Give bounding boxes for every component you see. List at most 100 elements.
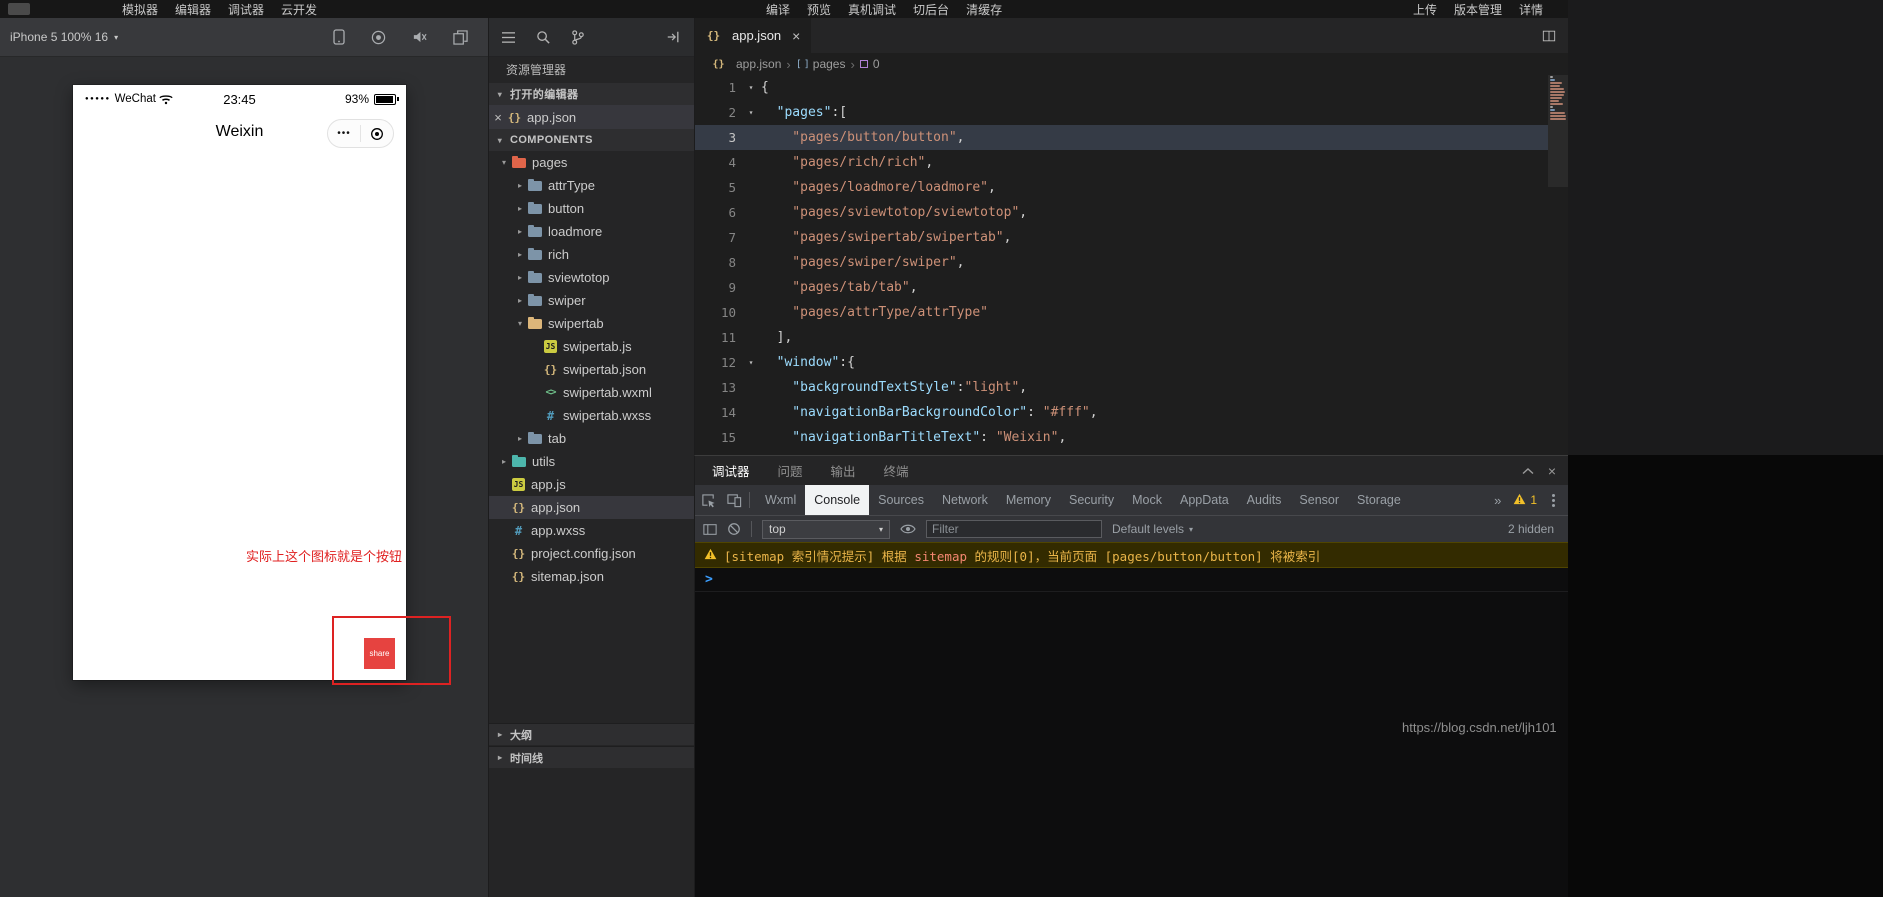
tree-item-rich[interactable]: ▸ rich: [489, 243, 694, 266]
devtools-tab-sensor[interactable]: Sensor: [1290, 485, 1348, 515]
code-line[interactable]: 6 "pages/sviewtotop/sviewtotop",: [695, 200, 1548, 225]
hidden-count[interactable]: 2 hidden: [1508, 522, 1554, 536]
more-tabs-icon[interactable]: »: [1494, 493, 1501, 508]
devtools-tab-network[interactable]: Network: [933, 485, 997, 515]
console-prompt[interactable]: >: [695, 568, 1568, 592]
devtools-tab-storage[interactable]: Storage: [1348, 485, 1410, 515]
devtools-tab-audits[interactable]: Audits: [1238, 485, 1291, 515]
tree-item-swipertab[interactable]: ▾ swipertab: [489, 312, 694, 335]
screenshot-icon[interactable]: [453, 29, 468, 45]
exit-button[interactable]: [361, 127, 393, 141]
panel-tab-3[interactable]: 终端: [884, 461, 909, 480]
code-line[interactable]: 12 ▾ "window":{: [695, 350, 1548, 375]
code-line[interactable]: 1 ▾{: [695, 75, 1548, 100]
tree-item-swipertab.wxml[interactable]: <> swipertab.wxml: [489, 381, 694, 404]
menubar-item[interactable]: 编辑器: [175, 1, 211, 18]
close-tab-icon[interactable]: ×: [792, 28, 800, 44]
more-button[interactable]: •••: [328, 128, 360, 139]
collapse-panel-icon[interactable]: [1522, 467, 1534, 475]
menubar-item[interactable]: 编译: [766, 1, 790, 18]
menubar-item[interactable]: 调试器: [228, 1, 264, 18]
device-selector[interactable]: iPhone 5 100% 16 ▾: [10, 30, 118, 44]
panel-tab-2[interactable]: 输出: [831, 461, 856, 480]
tree-item-pages[interactable]: ▾ pages: [489, 151, 694, 174]
console-warning-row[interactable]: [sitemap 索引情况提示] 根据 sitemap 的规则[0]，当前页面 …: [695, 542, 1568, 568]
console-sidebar-icon[interactable]: [703, 523, 717, 536]
inspect-element-icon[interactable]: [695, 493, 721, 508]
project-header[interactable]: ▾ COMPONENTS: [489, 129, 694, 151]
code-line[interactable]: 13 "backgroundTextStyle":"light",: [695, 375, 1548, 400]
code-line[interactable]: 4 "pages/rich/rich",: [695, 150, 1548, 175]
git-branch-icon[interactable]: [571, 29, 585, 45]
menubar-item[interactable]: 切后台: [913, 1, 949, 18]
menubar-item[interactable]: 详情: [1519, 1, 1543, 18]
tree-item-button[interactable]: ▸ button: [489, 197, 694, 220]
devtools-tab-security[interactable]: Security: [1060, 485, 1123, 515]
code-editor[interactable]: 1 ▾{2 ▾ "pages":[3 "pages/button/button", 4…: [695, 75, 1548, 455]
code-line[interactable]: 5 "pages/loadmore/loadmore",: [695, 175, 1548, 200]
tree-item-utils[interactable]: ▸ utils: [489, 450, 694, 473]
menubar-item[interactable]: 真机调试: [848, 1, 896, 18]
devtools-tab-mock[interactable]: Mock: [1123, 485, 1171, 515]
panel-tab-1[interactable]: 问题: [778, 461, 803, 480]
code-line[interactable]: 10 "pages/attrType/attrType": [695, 300, 1548, 325]
tree-item-app.json[interactable]: {} app.json: [489, 496, 694, 519]
menubar-item[interactable]: 预览: [807, 1, 831, 18]
tree-item-sitemap.json[interactable]: {} sitemap.json: [489, 565, 694, 588]
open-editor-item[interactable]: × {} app.json: [489, 105, 694, 129]
phone-icon[interactable]: [333, 29, 345, 45]
code-line[interactable]: 8 "pages/swiper/swiper",: [695, 250, 1548, 275]
eye-icon[interactable]: [900, 523, 916, 535]
breadcrumb-item[interactable]: pages: [813, 57, 846, 71]
warning-count-badge[interactable]: 1: [1513, 493, 1537, 508]
fold-icon[interactable]: ▾: [741, 75, 761, 100]
tree-item-swipertab.json[interactable]: {} swipertab.json: [489, 358, 694, 381]
tree-item-app.js[interactable]: JS app.js: [489, 473, 694, 496]
menubar-item[interactable]: 模拟器: [122, 1, 158, 18]
minimap[interactable]: [1548, 75, 1568, 455]
share-button[interactable]: share: [364, 638, 395, 669]
tree-item-loadmore[interactable]: ▸ loadmore: [489, 220, 694, 243]
tree-item-sviewtotop[interactable]: ▸ sviewtotop: [489, 266, 694, 289]
code-line[interactable]: 3 "pages/button/button",: [695, 125, 1548, 150]
devtools-tab-memory[interactable]: Memory: [997, 485, 1060, 515]
breadcrumb-item[interactable]: 0: [873, 57, 880, 71]
code-line[interactable]: 15 "navigationBarTitleText": "Weixin",: [695, 425, 1548, 450]
tree-item-swipertab.js[interactable]: JS swipertab.js: [489, 335, 694, 358]
tree-item-attrType[interactable]: ▸ attrType: [489, 174, 694, 197]
devtools-tab-sources[interactable]: Sources: [869, 485, 933, 515]
device-toolbar-icon[interactable]: [721, 493, 747, 508]
filter-input[interactable]: [926, 520, 1102, 538]
code-line[interactable]: 2 ▾ "pages":[: [695, 100, 1548, 125]
list-icon[interactable]: [501, 31, 516, 44]
record-icon[interactable]: [371, 29, 386, 45]
menubar-item[interactable]: 版本管理: [1454, 1, 1502, 18]
menubar-item[interactable]: 上传: [1413, 1, 1437, 18]
outline-section-header[interactable]: ▸ 大纲: [489, 723, 694, 745]
context-select[interactable]: top ▾: [762, 519, 890, 539]
mute-icon[interactable]: [412, 29, 427, 45]
menubar-item[interactable]: 云开发: [281, 1, 317, 18]
more-options-icon[interactable]: [1549, 498, 1558, 502]
close-icon[interactable]: ×: [489, 110, 507, 125]
fold-icon[interactable]: ▾: [741, 100, 761, 125]
code-line[interactable]: 14 "navigationBarBackgroundColor": "#fff…: [695, 400, 1548, 425]
menubar-item[interactable]: 清缓存: [966, 1, 1002, 18]
tree-item-tab[interactable]: ▸ tab: [489, 427, 694, 450]
devtools-tab-appdata[interactable]: AppData: [1171, 485, 1238, 515]
log-levels-select[interactable]: Default levels ▾: [1112, 522, 1193, 536]
code-line[interactable]: 9 "pages/tab/tab",: [695, 275, 1548, 300]
tree-item-swipertab.wxss[interactable]: # swipertab.wxss: [489, 404, 694, 427]
code-line[interactable]: 11 ],: [695, 325, 1548, 350]
devtools-tab-console[interactable]: Console: [805, 485, 870, 515]
breadcrumb-item[interactable]: app.json: [736, 57, 781, 71]
tree-item-app.wxss[interactable]: # app.wxss: [489, 519, 694, 542]
collapse-sidebar-icon[interactable]: [666, 30, 680, 44]
code-line[interactable]: 7 "pages/swipertab/swipertab",: [695, 225, 1548, 250]
editor-tab-app-json[interactable]: {} app.json ×: [695, 18, 812, 53]
open-editors-header[interactable]: ▾ 打开的编辑器: [489, 83, 694, 105]
timeline-section-header[interactable]: ▸ 时间线: [489, 746, 694, 768]
clear-console-icon[interactable]: [727, 522, 741, 536]
panel-tab-0[interactable]: 调试器: [712, 461, 750, 480]
console-output-area[interactable]: [695, 592, 1568, 897]
